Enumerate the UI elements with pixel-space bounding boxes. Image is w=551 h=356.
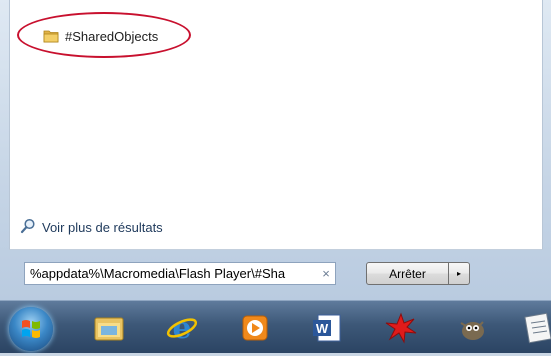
windows-start-icon[interactable] bbox=[9, 307, 53, 351]
shutdown-options-button[interactable]: ▸ bbox=[449, 262, 470, 285]
media-player-icon[interactable] bbox=[238, 311, 272, 345]
search-input[interactable]: %appdata%\Macromedia\Flash Player\#Sha × bbox=[24, 262, 336, 285]
clear-icon[interactable]: × bbox=[317, 266, 335, 281]
word-icon[interactable]: W bbox=[310, 311, 344, 345]
more-results-label: Voir plus de résultats bbox=[42, 220, 163, 235]
search-results-pane: #SharedObjects bbox=[9, 0, 543, 250]
search-input-text[interactable]: %appdata%\Macromedia\Flash Player\#Sha bbox=[25, 266, 317, 281]
chevron-right-icon: ▸ bbox=[456, 269, 461, 278]
gimp-icon[interactable] bbox=[455, 311, 489, 345]
folder-icon bbox=[43, 28, 59, 44]
red-splat-app-icon[interactable] bbox=[384, 311, 418, 345]
svg-text:e: e bbox=[172, 311, 191, 345]
search-row: %appdata%\Macromedia\Flash Player\#Sha ×… bbox=[0, 249, 551, 300]
start-menu: #SharedObjects Voir plus de résultats %a… bbox=[0, 0, 551, 300]
taskbar: e W bbox=[0, 300, 551, 353]
notepad-icon[interactable] bbox=[522, 311, 551, 345]
svg-text:W: W bbox=[316, 321, 329, 336]
internet-explorer-icon[interactable]: e bbox=[165, 311, 199, 346]
magnifier-icon bbox=[20, 218, 36, 237]
more-results-link[interactable]: Voir plus de résultats bbox=[20, 218, 163, 237]
shutdown-group: Arrêter ▸ bbox=[366, 262, 470, 285]
result-item-label: #SharedObjects bbox=[65, 28, 159, 44]
windows-explorer-icon[interactable] bbox=[92, 311, 126, 345]
result-item-sharedobjects[interactable]: #SharedObjects bbox=[43, 25, 158, 47]
shutdown-button[interactable]: Arrêter bbox=[366, 262, 449, 285]
